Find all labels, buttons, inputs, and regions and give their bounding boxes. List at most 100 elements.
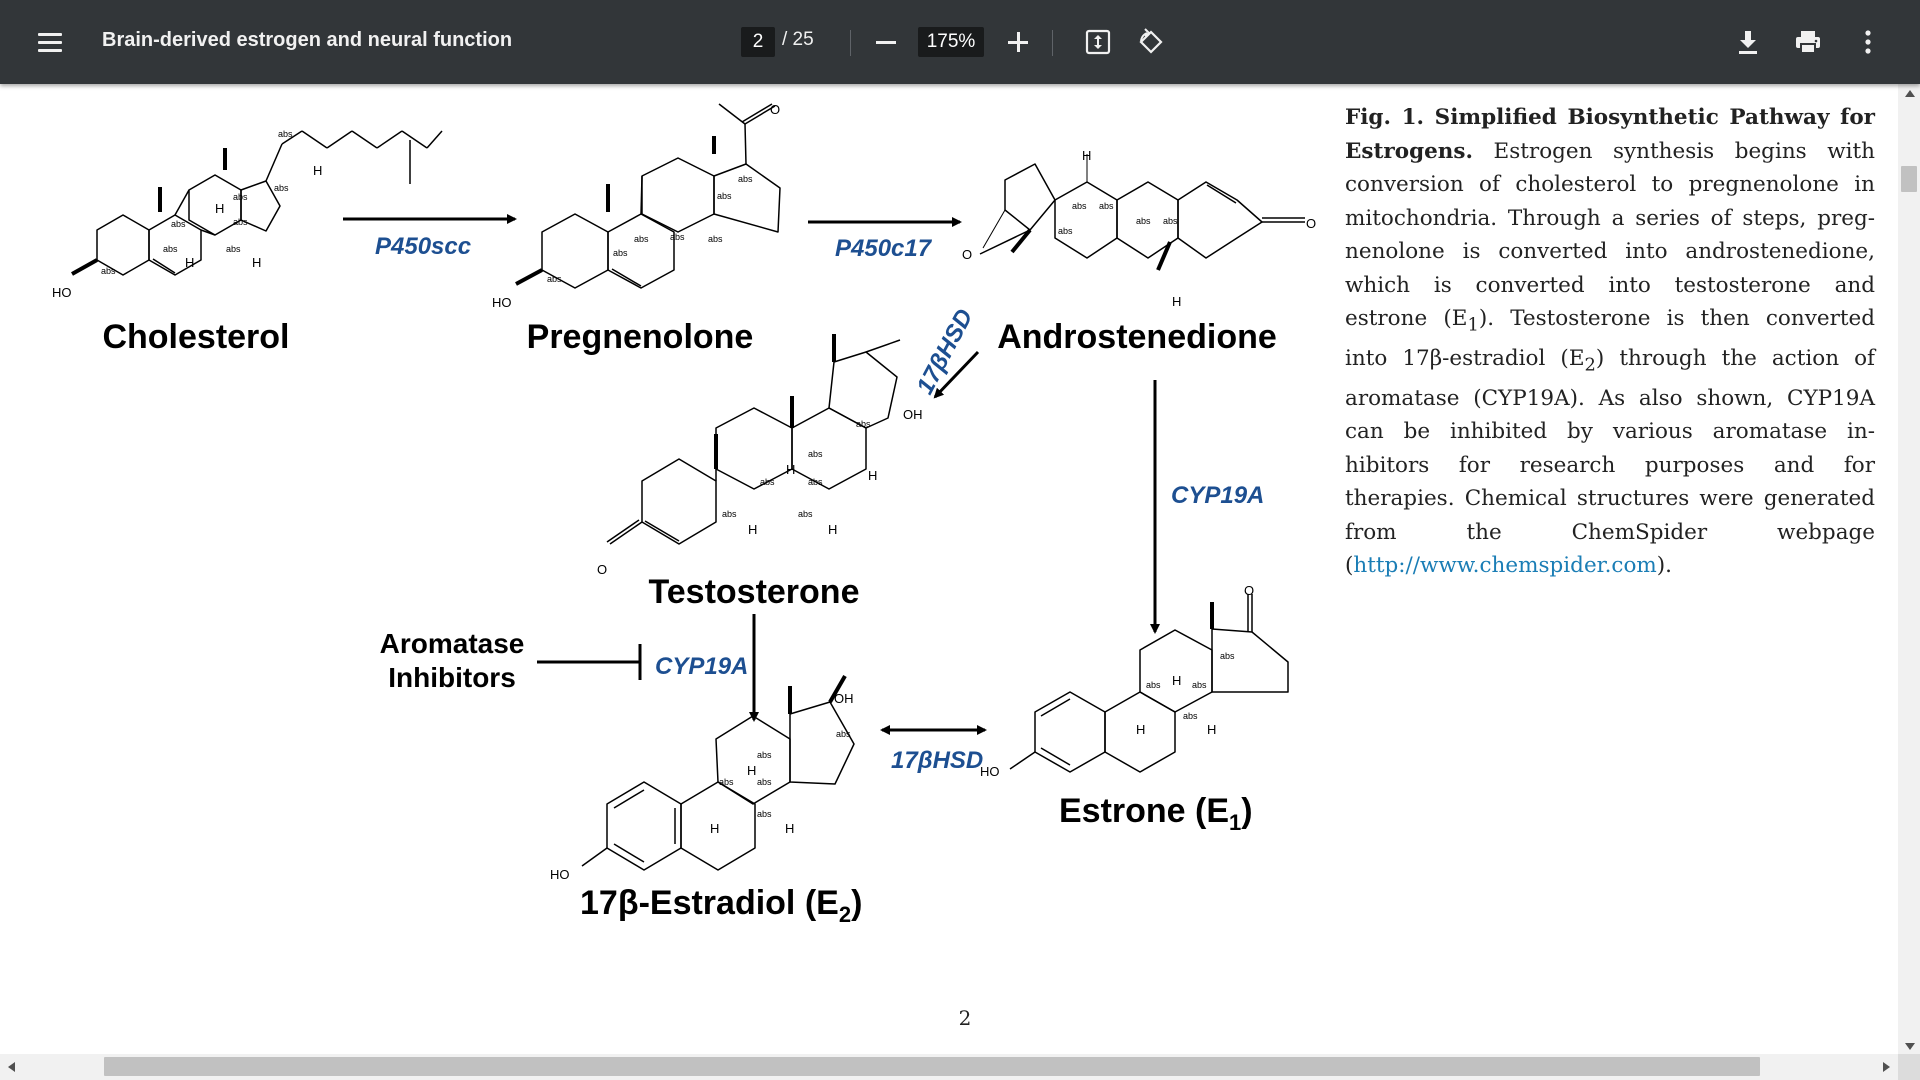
h-label: H bbox=[1172, 294, 1181, 309]
estradiol-structure bbox=[581, 675, 855, 871]
abs-label: abs bbox=[719, 777, 734, 787]
abs-label: abs bbox=[798, 509, 813, 519]
document-title: Brain-derived estrogen and neural functi… bbox=[102, 29, 513, 51]
h-label: H bbox=[1207, 722, 1216, 737]
zoom-level-input[interactable]: 175% bbox=[918, 27, 984, 57]
o-label: O bbox=[1306, 216, 1316, 231]
abs-label: abs bbox=[722, 509, 737, 519]
more-options-icon[interactable] bbox=[1850, 24, 1886, 60]
h-label: H bbox=[252, 255, 261, 270]
17bhsd-bottom-label: 17βHSD bbox=[891, 747, 983, 774]
abs-label: abs bbox=[757, 809, 772, 819]
scroll-left-icon[interactable] bbox=[8, 1062, 15, 1072]
h-label: H bbox=[785, 821, 794, 836]
abs-label: abs bbox=[274, 183, 289, 193]
o-label: O bbox=[1244, 583, 1254, 598]
scroll-right-icon[interactable] bbox=[1883, 1062, 1890, 1072]
h-label: H bbox=[1082, 148, 1091, 163]
estrone-label: Estrone (E1) bbox=[1059, 792, 1253, 835]
abs-label: abs bbox=[233, 217, 248, 227]
abs-label: abs bbox=[1183, 711, 1198, 721]
abs-label: abs bbox=[836, 729, 851, 739]
pregnenolone-label: Pregnenolone bbox=[527, 318, 754, 356]
aromatase-label: Aromatase bbox=[380, 628, 525, 659]
abs-label: abs bbox=[1220, 651, 1235, 661]
page-number-input[interactable]: 2 bbox=[741, 27, 775, 57]
horizontal-scroll-thumb[interactable] bbox=[104, 1057, 1760, 1076]
abs-label: abs bbox=[1136, 216, 1151, 226]
h-label: H bbox=[710, 821, 719, 836]
abs-label: abs bbox=[856, 419, 871, 429]
h-label: H bbox=[185, 255, 194, 270]
abs-label: abs bbox=[808, 477, 823, 487]
abs-label: abs bbox=[278, 129, 293, 139]
abs-label: abs bbox=[547, 274, 562, 284]
h-label: H bbox=[1136, 722, 1145, 737]
ho-label: HO bbox=[550, 867, 570, 882]
h-label: H bbox=[1172, 673, 1181, 688]
zoom-in-icon[interactable] bbox=[1004, 28, 1032, 56]
abs-label: abs bbox=[226, 244, 241, 254]
h-label: H bbox=[786, 462, 795, 477]
scroll-down-icon[interactable] bbox=[1905, 1043, 1915, 1050]
fit-to-page-icon[interactable] bbox=[1080, 24, 1116, 60]
testosterone-structure bbox=[606, 334, 901, 545]
h-label: H bbox=[868, 468, 877, 483]
o-label: O bbox=[962, 247, 972, 262]
abs-label: abs bbox=[670, 232, 685, 242]
pregnenolone-structure bbox=[515, 103, 781, 289]
h-label: H bbox=[747, 763, 756, 778]
estradiol-label: 17β-Estradiol (E2) bbox=[580, 884, 862, 927]
h-label: H bbox=[313, 163, 322, 178]
abs-label: abs bbox=[233, 192, 248, 202]
testosterone-label: Testosterone bbox=[649, 573, 860, 611]
abs-label: abs bbox=[101, 266, 116, 276]
horizontal-scrollbar[interactable] bbox=[0, 1054, 1898, 1080]
cholesterol-label: Cholesterol bbox=[102, 318, 289, 356]
chemspider-link[interactable]: http://www.chemspider.com bbox=[1353, 553, 1656, 578]
cyp19a-right-label: CYP19A bbox=[1171, 482, 1264, 509]
abs-label: abs bbox=[634, 234, 649, 244]
h-label: H bbox=[748, 522, 757, 537]
toolbar-divider bbox=[850, 30, 851, 56]
abs-label: abs bbox=[1072, 201, 1087, 211]
abs-label: abs bbox=[808, 449, 823, 459]
ho-label: HO bbox=[492, 295, 512, 310]
scrollbar-corner bbox=[1898, 1054, 1920, 1080]
abs-label: abs bbox=[1058, 226, 1073, 236]
page-total: / 25 bbox=[782, 29, 814, 50]
print-icon[interactable] bbox=[1790, 24, 1826, 60]
oh-label: OH bbox=[903, 407, 923, 422]
vertical-scrollbar[interactable] bbox=[1898, 84, 1920, 1054]
abs-label: abs bbox=[613, 248, 628, 258]
cyp19a-left-label: CYP19A bbox=[655, 653, 748, 680]
abs-label: abs bbox=[163, 244, 178, 254]
hamburger-menu-icon[interactable] bbox=[32, 26, 68, 58]
androstenedione-structure bbox=[979, 154, 1305, 271]
biosynthetic-pathway-figure: Cholesterol Pregnenolone Androstenedione… bbox=[52, 102, 1316, 927]
page-number: 2 bbox=[958, 1006, 972, 1030]
androstenedione-label: Androstenedione bbox=[997, 318, 1277, 356]
rotate-icon[interactable] bbox=[1133, 24, 1169, 60]
zoom-out-icon[interactable] bbox=[872, 28, 900, 56]
abs-label: abs bbox=[1146, 680, 1161, 690]
abs-label: abs bbox=[1192, 680, 1207, 690]
oh-label: OH bbox=[834, 691, 854, 706]
pdf-toolbar: Brain-derived estrogen and neural functi… bbox=[0, 0, 1920, 84]
abs-label: abs bbox=[757, 777, 772, 787]
abs-label: abs bbox=[1099, 201, 1114, 211]
abs-label: abs bbox=[1163, 216, 1178, 226]
pdf-page: Cholesterol Pregnenolone Androstenedione… bbox=[0, 84, 1898, 1054]
figure-caption: Fig. 1. Simplified Biosynthetic Pathway … bbox=[1345, 105, 1875, 579]
p450scc-label: P450scc bbox=[375, 233, 471, 260]
p450c17-label: P450c17 bbox=[835, 235, 933, 262]
ho-label: HO bbox=[980, 764, 1000, 779]
vertical-scroll-thumb[interactable] bbox=[1901, 166, 1917, 192]
ho-label: HO bbox=[52, 285, 72, 300]
abs-label: abs bbox=[757, 750, 772, 760]
download-icon[interactable] bbox=[1730, 24, 1766, 60]
toolbar-divider bbox=[1052, 30, 1053, 56]
scroll-up-icon[interactable] bbox=[1905, 90, 1915, 97]
inhibitors-label: Inhibitors bbox=[388, 662, 516, 693]
abs-label: abs bbox=[171, 219, 186, 229]
